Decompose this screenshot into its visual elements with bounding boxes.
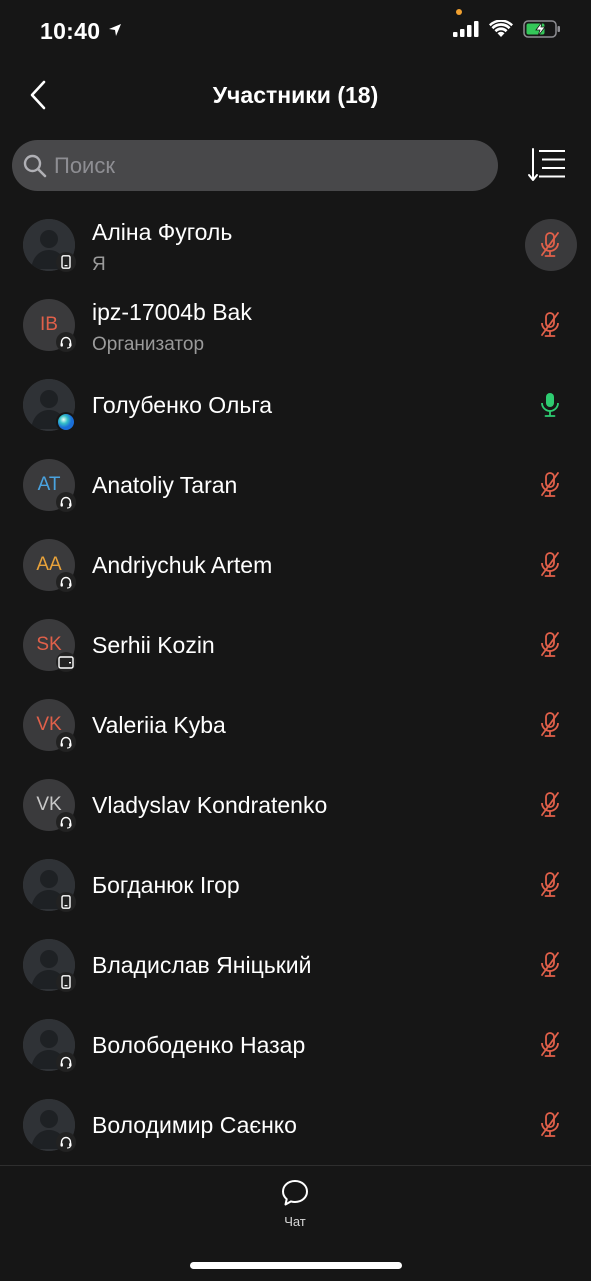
avatar: AA (23, 539, 76, 592)
participant-row[interactable]: Володимир Саєнко (0, 1085, 591, 1165)
avatar (23, 1099, 76, 1152)
headset-icon (56, 492, 76, 512)
search-icon (23, 154, 47, 178)
mic-muted-icon[interactable] (537, 631, 563, 659)
avatar: IB (23, 299, 76, 352)
location-arrow-icon (109, 24, 122, 36)
participant-row[interactable]: AT Anatoliy Taran (0, 445, 591, 525)
avatar: VK (23, 699, 76, 752)
participant-row[interactable]: Волободенко Назар (0, 1005, 591, 1085)
participant-row[interactable]: Богданюк Ігор (0, 845, 591, 925)
mic-muted-icon[interactable] (537, 871, 563, 899)
avatar: AT (23, 459, 76, 512)
phone-icon (56, 892, 76, 912)
mic-muted-icon[interactable] (537, 471, 563, 499)
mic-muted-icon[interactable] (537, 551, 563, 579)
page-title: Участники (18) (212, 82, 379, 108)
participant-name: Володимир Саєнко (92, 1112, 297, 1138)
wifi-icon (489, 20, 513, 37)
avatar (23, 859, 76, 912)
participant-row[interactable]: VK Vladyslav Kondratenko (0, 765, 591, 845)
web-icon (56, 412, 76, 432)
participant-name: Волободенко Назар (92, 1032, 306, 1058)
avatar (23, 219, 76, 272)
headset-icon (56, 572, 76, 592)
participant-name: Vladyslav Kondratenko (92, 792, 328, 818)
participant-row[interactable]: SK Serhii Kozin (0, 605, 591, 685)
participant-row[interactable]: Аліна Фуголь Я (0, 205, 591, 285)
participant-name: Владислав Яніцький (92, 952, 312, 978)
chat-tab-button[interactable]: Чат (265, 1172, 325, 1232)
time-text: 10:40 (40, 18, 101, 44)
phone-icon (56, 972, 76, 992)
tablet-icon (56, 652, 76, 672)
participant-name: Богданюк Ігор (92, 872, 240, 898)
participant-role: Организатор (92, 334, 205, 355)
participant-name: Serhii Kozin (92, 632, 215, 658)
participant-name: Anatoliy Taran (92, 472, 238, 498)
participant-row[interactable]: IB ipz-17004b Bak Организатор (0, 285, 591, 365)
participants-list: Аліна Фуголь Я IB ipz-17004b Bak Организатор… (0, 205, 591, 1165)
privacy-indicator-dot (456, 9, 462, 15)
participant-row[interactable]: AA Andriychuk Artem (0, 525, 591, 605)
participant-row[interactable]: Владислав Яніцький (0, 925, 591, 1005)
search-input[interactable] (54, 140, 474, 191)
status-bar: 10:40 (0, 0, 591, 64)
nav-bar: Участники (18) (0, 64, 591, 128)
headset-icon (56, 812, 76, 832)
participant-name: ipz-17004b Bak (92, 299, 252, 325)
avatar: SK (23, 619, 76, 672)
participant-row[interactable]: VK Valeriia Kyba (0, 685, 591, 765)
headset-icon (56, 1052, 76, 1072)
avatar: VK (23, 779, 76, 832)
participant-name: Голубенко Ольга (92, 392, 273, 418)
participant-name: Andriychuk Artem (92, 552, 273, 578)
headset-icon (56, 732, 76, 752)
chat-tab-label: Чат (284, 1214, 306, 1229)
status-time: 10:40 (40, 18, 123, 45)
participant-row[interactable]: Голубенко Ольга (0, 365, 591, 445)
participant-name: Valeriia Kyba (92, 712, 226, 738)
mic-muted-icon[interactable] (537, 1111, 563, 1139)
mic-muted-icon[interactable] (537, 711, 563, 739)
search-field[interactable] (12, 140, 498, 191)
mic-muted-icon[interactable] (537, 951, 563, 979)
battery-charging-icon (523, 20, 560, 38)
mic-active-icon[interactable] (537, 391, 563, 419)
home-indicator (190, 1262, 402, 1269)
cellular-signal-icon (453, 21, 479, 37)
headset-icon (56, 332, 76, 352)
headset-icon (56, 1132, 76, 1152)
mic-muted-icon[interactable] (537, 1031, 563, 1059)
chat-bubble-icon (282, 1180, 308, 1206)
phone-icon (56, 252, 76, 272)
participant-name: Аліна Фуголь (92, 219, 233, 245)
avatar (23, 1019, 76, 1072)
mic-muted-icon[interactable] (537, 311, 563, 339)
sort-list-icon[interactable] (524, 146, 568, 184)
participant-role: Я (92, 254, 106, 275)
mic-muted-icon[interactable] (537, 231, 563, 259)
avatar (23, 379, 76, 432)
mic-muted-icon[interactable] (537, 791, 563, 819)
avatar (23, 939, 76, 992)
status-icons (453, 20, 561, 38)
